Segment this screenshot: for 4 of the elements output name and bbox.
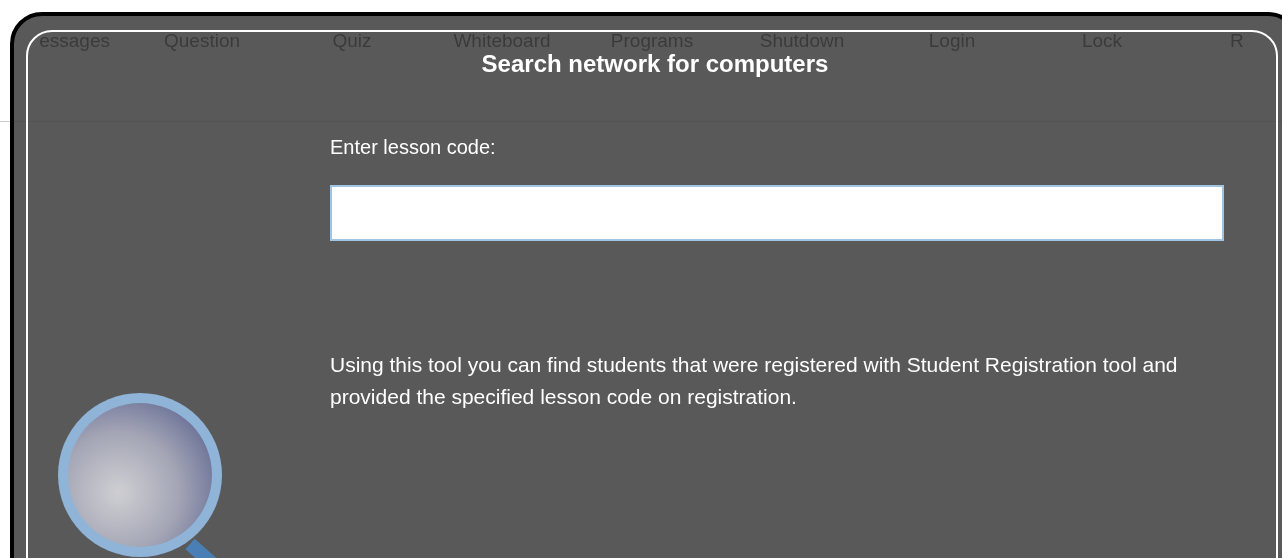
dialog-title: Search network for computers: [480, 50, 830, 78]
description-text: Using this tool you can find students that were registered with Student Registration tool and provided the specified lesson code on registration.: [330, 352, 1179, 410]
lesson-code-field[interactable]: [330, 185, 1224, 241]
field-label: Enter lesson code:: [330, 136, 497, 159]
